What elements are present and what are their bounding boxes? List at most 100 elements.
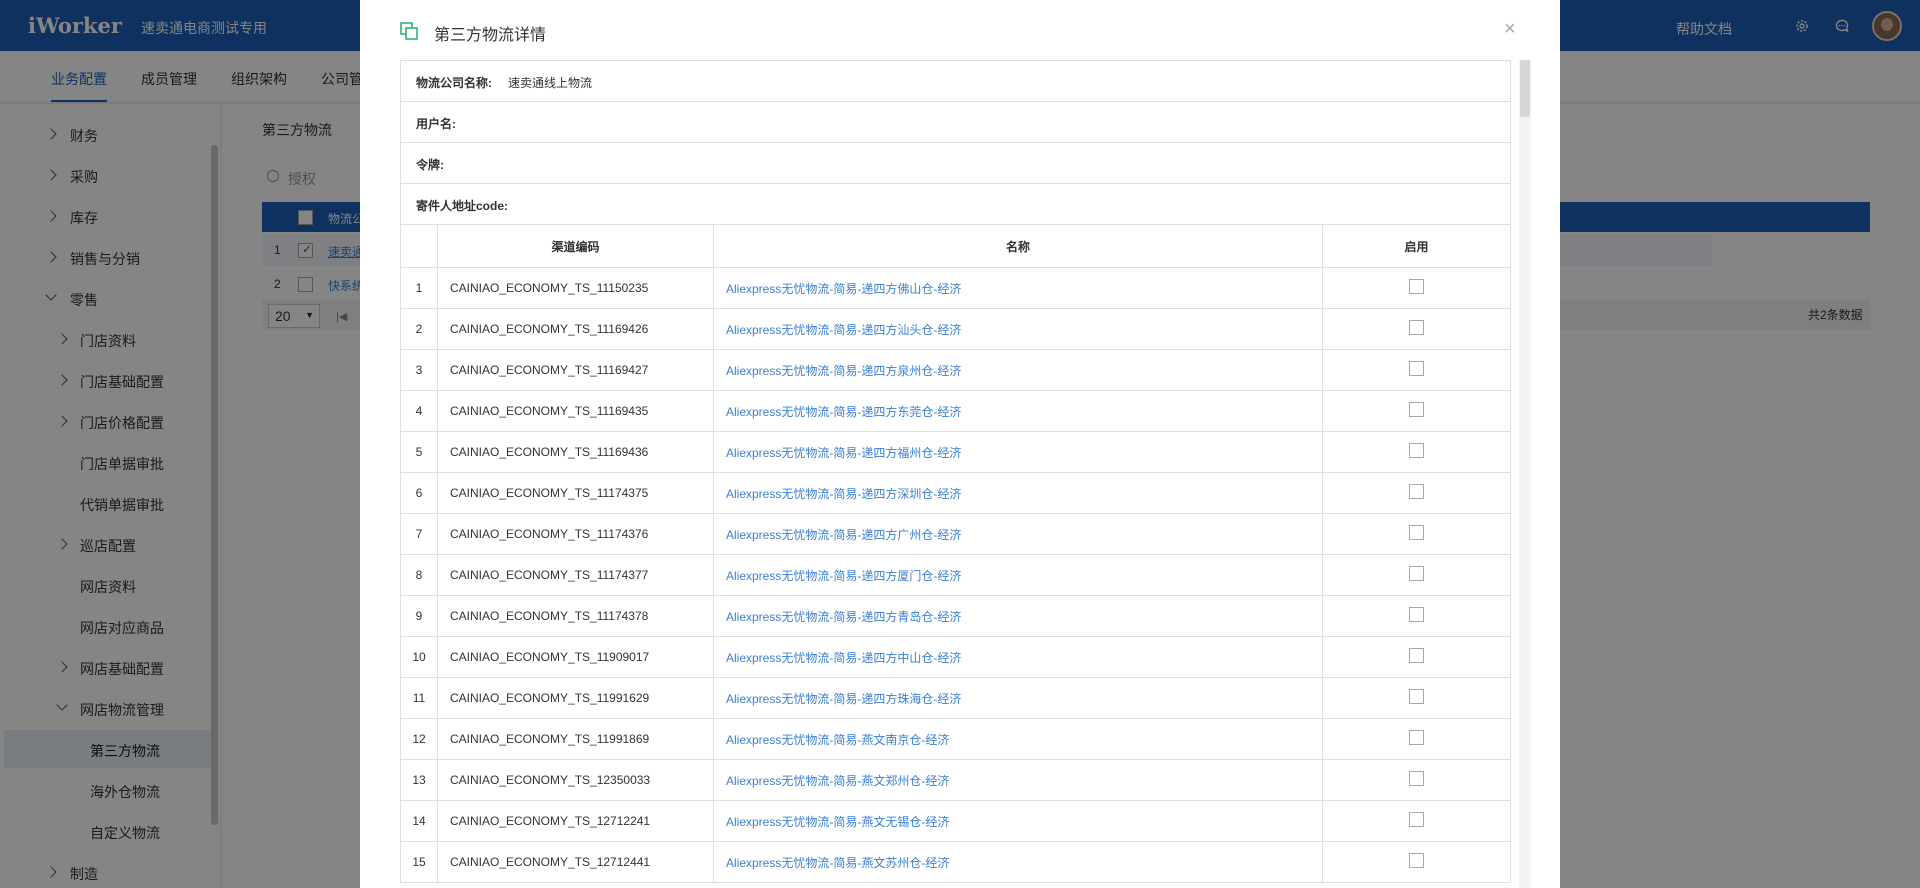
table-row: 15 CAINIAO_ECONOMY_TS_12712441 Aliexpress无… (400, 841, 1511, 883)
info-label: 用户名: (416, 117, 456, 131)
table-row: 9 CAINIAO_ECONOMY_TS_11174378 Aliexpress无忧… (400, 595, 1511, 637)
enabled-cell (1322, 472, 1511, 514)
enabled-cell (1322, 308, 1511, 350)
row-index: 5 (400, 431, 438, 473)
table-row: 1 CAINIAO_ECONOMY_TS_11150235 Aliexpress无忧… (400, 267, 1511, 309)
channel-name-link[interactable]: Aliexpress无忧物流-简易-递四方珠海仓-经济 (713, 677, 1323, 719)
modal-scrollbar[interactable] (1520, 60, 1530, 117)
enabled-cell (1322, 800, 1511, 842)
channel-code: CAINIAO_ECONOMY_TS_11174377 (437, 554, 714, 596)
channel-table: 渠道编码 名称 启用 1 CAINIAO_ECONOMY_TS_11150235 A… (400, 224, 1511, 883)
channel-name-link[interactable]: Aliexpress无忧物流-简易-递四方广州仓-经济 (713, 513, 1323, 555)
channel-name-link[interactable]: Aliexpress无忧物流-简易-燕文南京仓-经济 (713, 718, 1323, 760)
column-header-enabled: 启用 (1322, 224, 1511, 268)
info-label: 寄件人地址code: (416, 199, 509, 213)
row-index: 15 (400, 841, 438, 883)
enabled-cell (1322, 841, 1511, 883)
enable-checkbox[interactable] (1409, 812, 1424, 827)
info-row: 寄件人地址code: (401, 184, 1510, 225)
channel-code: CAINIAO_ECONOMY_TS_11991869 (437, 718, 714, 760)
table-row: 5 CAINIAO_ECONOMY_TS_11169436 Aliexpress无忧… (400, 431, 1511, 473)
row-index: 13 (400, 759, 438, 801)
table-row: 12 CAINIAO_ECONOMY_TS_11991869 Aliexpress无… (400, 718, 1511, 760)
table-header-row: 渠道编码 名称 启用 (400, 224, 1511, 268)
channel-code: CAINIAO_ECONOMY_TS_11174376 (437, 513, 714, 555)
info-label: 令牌: (416, 158, 444, 172)
channel-code: CAINIAO_ECONOMY_TS_11150235 (437, 267, 714, 309)
logistics-detail-modal: 第三方物流详情 × 物流公司名称: 速卖通线上物流 用户名: 令牌: 寄件人地址code… (360, 0, 1560, 888)
enable-checkbox[interactable] (1409, 771, 1424, 786)
channel-code: CAINIAO_ECONOMY_TS_11991629 (437, 677, 714, 719)
channel-code: CAINIAO_ECONOMY_TS_11174378 (437, 595, 714, 637)
enable-checkbox[interactable] (1409, 566, 1424, 581)
enabled-cell (1322, 718, 1511, 760)
channel-code: CAINIAO_ECONOMY_TS_11909017 (437, 636, 714, 678)
enable-checkbox[interactable] (1409, 484, 1424, 499)
column-header-code: 渠道编码 (437, 224, 714, 268)
channel-name-link[interactable]: Aliexpress无忧物流-简易-递四方中山仓-经济 (713, 636, 1323, 678)
modal-scroll-track (1519, 60, 1531, 888)
channel-code: CAINIAO_ECONOMY_TS_11169427 (437, 349, 714, 391)
enable-checkbox[interactable] (1409, 320, 1424, 335)
channel-code: CAINIAO_ECONOMY_TS_11174375 (437, 472, 714, 514)
channel-name-link[interactable]: Aliexpress无忧物流-简易-递四方福州仓-经济 (713, 431, 1323, 473)
table-row: 6 CAINIAO_ECONOMY_TS_11174375 Aliexpress无忧… (400, 472, 1511, 514)
enabled-cell (1322, 349, 1511, 391)
channel-code: CAINIAO_ECONOMY_TS_12712441 (437, 841, 714, 883)
enabled-cell (1322, 554, 1511, 596)
enabled-cell (1322, 636, 1511, 678)
enable-checkbox[interactable] (1409, 730, 1424, 745)
detail-icon (400, 22, 418, 40)
row-index: 1 (400, 267, 438, 309)
info-row: 令牌: (401, 143, 1510, 184)
channel-name-link[interactable]: Aliexpress无忧物流-简易-燕文苏州仓-经济 (713, 841, 1323, 883)
enable-checkbox[interactable] (1409, 525, 1424, 540)
enable-checkbox[interactable] (1409, 443, 1424, 458)
channel-name-link[interactable]: Aliexpress无忧物流-简易-递四方厦门仓-经济 (713, 554, 1323, 596)
enabled-cell (1322, 759, 1511, 801)
enable-checkbox[interactable] (1409, 853, 1424, 868)
row-index: 8 (400, 554, 438, 596)
channel-name-link[interactable]: Aliexpress无忧物流-简易-燕文郑州仓-经济 (713, 759, 1323, 801)
enabled-cell (1322, 513, 1511, 555)
table-row: 13 CAINIAO_ECONOMY_TS_12350033 Aliexpress无… (400, 759, 1511, 801)
enable-checkbox[interactable] (1409, 648, 1424, 663)
row-index: 12 (400, 718, 438, 760)
table-row: 14 CAINIAO_ECONOMY_TS_12712241 Aliexpress无… (400, 800, 1511, 842)
table-row: 8 CAINIAO_ECONOMY_TS_11174377 Aliexpress无忧… (400, 554, 1511, 596)
table-row: 2 CAINIAO_ECONOMY_TS_11169426 Aliexpress无忧… (400, 308, 1511, 350)
channel-name-link[interactable]: Aliexpress无忧物流-简易-递四方深圳仓-经济 (713, 472, 1323, 514)
enable-checkbox[interactable] (1409, 689, 1424, 704)
info-value: 速卖通线上物流 (508, 76, 593, 90)
channel-name-link[interactable]: Aliexpress无忧物流-简易-递四方东莞仓-经济 (713, 390, 1323, 432)
enable-checkbox[interactable] (1409, 607, 1424, 622)
enabled-cell (1322, 267, 1511, 309)
enabled-cell (1322, 677, 1511, 719)
channel-name-link[interactable]: Aliexpress无忧物流-简易-燕文无锡仓-经济 (713, 800, 1323, 842)
table-row: 3 CAINIAO_ECONOMY_TS_11169427 Aliexpress无忧… (400, 349, 1511, 391)
row-index: 11 (400, 677, 438, 719)
info-row: 用户名: (401, 102, 1510, 143)
enable-checkbox[interactable] (1409, 279, 1424, 294)
info-section: 物流公司名称: 速卖通线上物流 用户名: 令牌: 寄件人地址code: (400, 60, 1511, 225)
channel-name-link[interactable]: Aliexpress无忧物流-简易-递四方泉州仓-经济 (713, 349, 1323, 391)
column-header-name: 名称 (713, 224, 1323, 268)
row-index: 14 (400, 800, 438, 842)
table-row: 7 CAINIAO_ECONOMY_TS_11174376 Aliexpress无忧… (400, 513, 1511, 555)
enabled-cell (1322, 595, 1511, 637)
enable-checkbox[interactable] (1409, 402, 1424, 417)
enable-checkbox[interactable] (1409, 361, 1424, 376)
channel-code: CAINIAO_ECONOMY_TS_12712241 (437, 800, 714, 842)
modal-title: 第三方物流详情 (434, 27, 547, 44)
channel-name-link[interactable]: Aliexpress无忧物流-简易-递四方青岛仓-经济 (713, 595, 1323, 637)
channel-name-link[interactable]: Aliexpress无忧物流-简易-递四方佛山仓-经济 (713, 267, 1323, 309)
close-icon[interactable]: × (1504, 18, 1516, 41)
channel-code: CAINIAO_ECONOMY_TS_11169426 (437, 308, 714, 350)
table-row: 4 CAINIAO_ECONOMY_TS_11169435 Aliexpress无忧… (400, 390, 1511, 432)
channel-code: CAINIAO_ECONOMY_TS_12350033 (437, 759, 714, 801)
row-index: 6 (400, 472, 438, 514)
row-index: 9 (400, 595, 438, 637)
table-row: 11 CAINIAO_ECONOMY_TS_11991629 Aliexpress无… (400, 677, 1511, 719)
channel-name-link[interactable]: Aliexpress无忧物流-简易-递四方汕头仓-经济 (713, 308, 1323, 350)
row-index: 3 (400, 349, 438, 391)
